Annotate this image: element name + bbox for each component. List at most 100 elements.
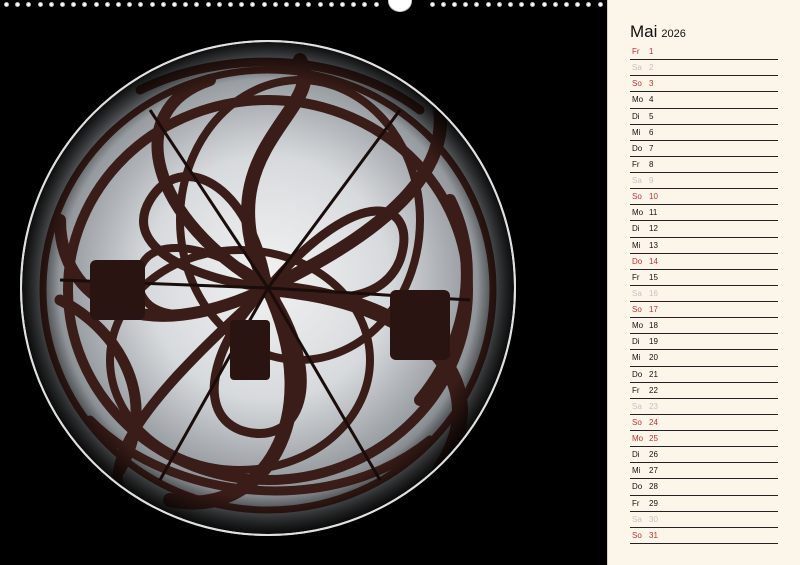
day-number: 3 — [649, 79, 654, 89]
calendar-day-row: Fr 29 — [630, 496, 778, 512]
weekday-label: Fr — [632, 47, 640, 56]
day-number: 28 — [649, 482, 658, 492]
calendar-day-row: Fr 8 — [630, 157, 778, 173]
calendar-day-row: Do 28 — [630, 479, 778, 496]
weekday-label: Di — [632, 337, 640, 347]
day-number: 25 — [649, 434, 658, 443]
weekday-label: Di — [632, 450, 640, 460]
day-number: 18 — [649, 321, 658, 331]
day-number: 21 — [649, 369, 658, 379]
day-number: 13 — [649, 240, 658, 250]
calendar-day-row: Fr 1 — [630, 44, 778, 61]
day-number: 2 — [649, 63, 654, 73]
calendar-day-row: Mo 18 — [630, 318, 778, 335]
day-number: 29 — [649, 498, 658, 508]
day-number: 9 — [649, 176, 654, 185]
calendar-day-row: So 10 — [630, 189, 778, 206]
weekday-label: So — [632, 530, 642, 540]
weekday-label: So — [632, 417, 642, 427]
weekday-label: Do — [632, 256, 643, 266]
day-number: 22 — [649, 385, 658, 395]
day-number: 6 — [649, 127, 654, 137]
weekday-label: Mi — [632, 127, 641, 137]
day-number: 10 — [649, 192, 658, 202]
month-label: Mai — [630, 22, 658, 41]
calendar-photo — [0, 0, 607, 565]
calendar-day-row: Do 21 — [630, 367, 778, 383]
day-number: 14 — [649, 256, 658, 266]
calendar-day-row: So 24 — [630, 415, 778, 431]
calendar-day-row: Mi 13 — [630, 238, 778, 254]
weekday-label: Di — [632, 224, 640, 234]
calendar-day-row: Fr 22 — [630, 383, 778, 399]
calendar-day-row: Mi 6 — [630, 125, 778, 141]
weekday-label: So — [632, 79, 642, 89]
weekday-label: Mi — [632, 353, 641, 363]
weekday-label: Do — [632, 143, 643, 153]
day-number: 17 — [649, 305, 658, 314]
calendar-day-row: Mi 27 — [630, 463, 778, 480]
calendar-title: Mai 2026 — [630, 22, 686, 42]
weekday-label: So — [632, 192, 642, 202]
calendar-day-row: Di 12 — [630, 221, 778, 238]
day-number: 15 — [649, 272, 658, 282]
weekday-label: Do — [632, 482, 643, 492]
calendar-day-row: Mo 11 — [630, 205, 778, 222]
day-number: 30 — [649, 514, 658, 524]
calendar-day-row: Mi 20 — [630, 350, 778, 367]
weekday-label: Fr — [632, 159, 640, 169]
day-number: 4 — [649, 95, 654, 105]
year-label: 2026 — [661, 28, 686, 40]
weekday-label: Do — [632, 369, 643, 379]
weekday-label: Sa — [632, 514, 642, 524]
calendar-day-row: Sa 9 — [630, 173, 778, 190]
calendar-day-row: Sa 16 — [630, 286, 778, 302]
weekday-label: Sa — [632, 176, 642, 185]
weekday-label: Sa — [632, 63, 642, 73]
day-number: 5 — [649, 111, 654, 121]
weekday-label: Fr — [632, 498, 640, 508]
weekday-label: Fr — [632, 272, 640, 282]
calendar-day-row: Di 5 — [630, 109, 778, 125]
weekday-label: Mo — [632, 208, 644, 218]
calendar-day-row: Mo 25 — [630, 431, 778, 448]
day-number: 20 — [649, 353, 658, 363]
day-number: 12 — [649, 224, 658, 234]
day-number: 26 — [649, 450, 658, 460]
day-number: 7 — [649, 143, 654, 153]
calendar-day-row: Do 7 — [630, 141, 778, 157]
calendar-day-row: Sa 2 — [630, 60, 778, 77]
calendar-day-row: Sa 30 — [630, 512, 778, 528]
weekday-label: So — [632, 305, 642, 314]
weekday-label: Mo — [632, 321, 644, 331]
calendar-day-row: Do 14 — [630, 254, 778, 270]
calendar-day-row: Fr 15 — [630, 270, 778, 286]
day-number: 16 — [649, 288, 658, 298]
calendar-day-row: Di 19 — [630, 334, 778, 351]
spherical-panorama-image — [20, 40, 516, 536]
calendar-day-row: So 17 — [630, 302, 778, 319]
day-number: 24 — [649, 417, 658, 427]
weekday-label: Mi — [632, 240, 641, 250]
weekday-label: Mo — [632, 434, 644, 443]
day-number: 1 — [649, 47, 654, 56]
calendar-day-row: So 31 — [630, 528, 778, 544]
day-number: 31 — [649, 530, 658, 540]
day-number: 19 — [649, 337, 658, 347]
day-number: 23 — [649, 401, 658, 411]
weekday-label: Mi — [632, 466, 641, 476]
day-number: 27 — [649, 466, 658, 476]
weekday-label: Sa — [632, 401, 642, 411]
weekday-label: Di — [632, 111, 640, 121]
calendar-day-row: Mo 4 — [630, 92, 778, 109]
calendar-day-row: So 3 — [630, 76, 778, 93]
calendar-panel: Mai 2026 Fr 1 Sa 2 So 3 Mo 4 Di 5 Mi 6 Do 7 Fr 8 Sa 9 So 10 M… — [607, 0, 800, 565]
weekday-label: Sa — [632, 288, 642, 298]
day-number: 8 — [649, 159, 654, 169]
day-number: 11 — [649, 208, 658, 218]
calendar-day-list: Fr 1 Sa 2 So 3 Mo 4 Di 5 Mi 6 Do 7 Fr 8 Sa 9 So 10 Mo 11 Di 12 M… — [630, 44, 778, 544]
calendar-day-row: Sa 23 — [630, 399, 778, 415]
weekday-label: Mo — [632, 95, 644, 105]
weekday-label: Fr — [632, 385, 640, 395]
calendar-day-row: Di 26 — [630, 447, 778, 464]
